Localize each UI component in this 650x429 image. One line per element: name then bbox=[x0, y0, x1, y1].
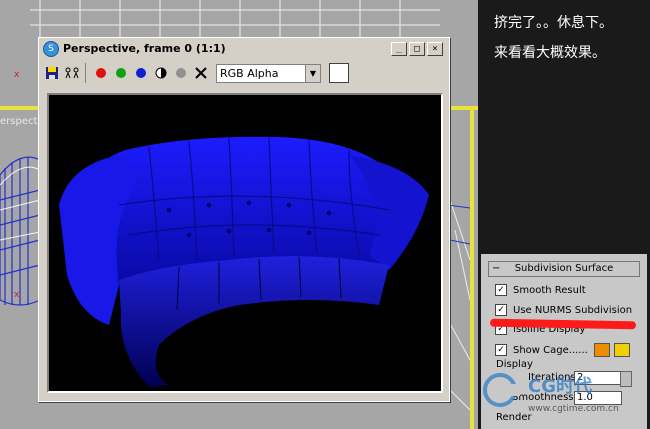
rendered-frame-window[interactable]: S Perspective, frame 0 (1:1) _ □ × RGB A… bbox=[38, 37, 450, 402]
frame-window-title-bar[interactable]: S Perspective, frame 0 (1:1) _ □ × bbox=[41, 40, 445, 57]
iterations-spinner[interactable] bbox=[620, 371, 632, 387]
close-button[interactable]: × bbox=[427, 41, 443, 56]
clear-icon[interactable] bbox=[192, 64, 210, 82]
save-icon[interactable] bbox=[43, 64, 61, 82]
green-channel-icon[interactable] bbox=[112, 64, 130, 82]
use-nurms-option[interactable]: ✓ Use NURMS Subdivision bbox=[495, 304, 632, 316]
render-canvas[interactable] bbox=[47, 93, 443, 393]
blue-channel-icon[interactable] bbox=[132, 64, 150, 82]
smooth-result-label: Smooth Result bbox=[513, 284, 586, 296]
minimize-button[interactable]: _ bbox=[391, 41, 407, 56]
render-group-label: Render bbox=[496, 412, 532, 423]
cage-color-swatch-1[interactable] bbox=[593, 343, 610, 357]
maximize-button[interactable]: □ bbox=[409, 41, 425, 56]
axis-label: x bbox=[14, 70, 20, 80]
show-cage-option[interactable]: ✓ Show Cage...... bbox=[495, 343, 630, 357]
viewport-active-border-right bbox=[470, 106, 474, 429]
show-cage-label: Show Cage...... bbox=[513, 344, 588, 356]
rollout-title: Subdivision Surface bbox=[514, 263, 614, 274]
rendered-sofa-image bbox=[59, 136, 429, 387]
frame-window-title: Perspective, frame 0 (1:1) bbox=[63, 42, 226, 55]
channel-dropdown[interactable]: RGB Alpha ▼ bbox=[216, 63, 321, 83]
smooth-result-checkbox[interactable]: ✓ bbox=[495, 284, 507, 296]
monochrome-icon[interactable] bbox=[152, 64, 170, 82]
smooth-result-option[interactable]: ✓ Smooth Result bbox=[495, 284, 586, 296]
use-nurms-checkbox[interactable]: ✓ bbox=[495, 304, 507, 316]
collapse-icon: − bbox=[492, 263, 501, 274]
clone-window-icon[interactable] bbox=[63, 64, 81, 82]
channel-dropdown-value: RGB Alpha bbox=[220, 66, 279, 80]
red-channel-icon[interactable] bbox=[92, 64, 110, 82]
watermark-brand: CG时代 bbox=[528, 376, 592, 397]
chevron-down-icon[interactable]: ▼ bbox=[305, 64, 320, 82]
watermark-url: www.cgtime.com.cn bbox=[528, 404, 619, 414]
annotation-line-2: 来看看大概效果。 bbox=[494, 45, 606, 61]
background-color-swatch[interactable] bbox=[329, 63, 349, 83]
toolbar-separator bbox=[85, 63, 86, 83]
axis-label-lower: x bbox=[14, 290, 20, 300]
alpha-channel-icon[interactable] bbox=[172, 64, 190, 82]
annotation-line-1: 挤完了。。休息下。 bbox=[494, 15, 613, 31]
frame-toolbar: RGB Alpha ▼ bbox=[41, 60, 445, 86]
subdivision-rollout-header[interactable]: − Subdivision Surface bbox=[488, 261, 640, 277]
cgtime-logo-icon bbox=[483, 373, 520, 407]
display-group-label: Display bbox=[496, 359, 533, 370]
use-nurms-label: Use NURMS Subdivision bbox=[513, 304, 633, 316]
app-icon: S bbox=[43, 40, 59, 57]
cage-color-swatch-2[interactable] bbox=[613, 343, 630, 357]
show-cage-checkbox[interactable]: ✓ bbox=[495, 344, 507, 356]
